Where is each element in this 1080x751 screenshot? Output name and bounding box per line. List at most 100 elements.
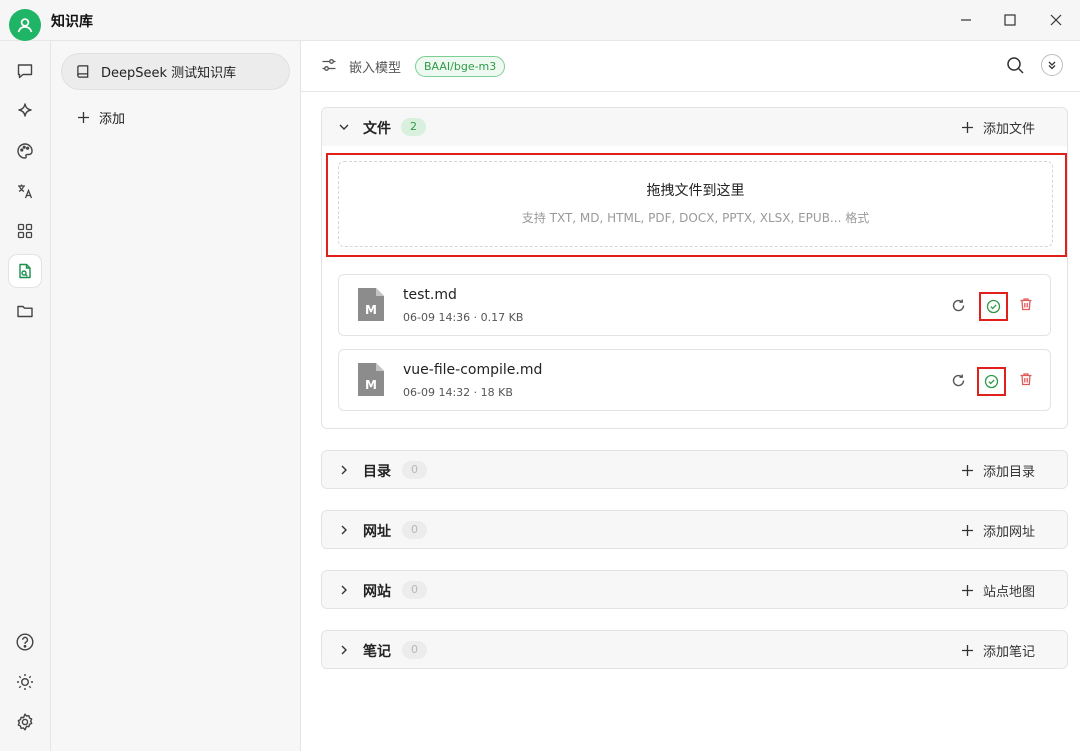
- rail-paint[interactable]: [9, 135, 41, 167]
- kb-item-label: DeepSeek 测试知识库: [101, 66, 237, 81]
- search-icon: [1007, 57, 1024, 74]
- kb-item-deepseek[interactable]: DeepSeek 测试知识库: [61, 53, 290, 90]
- chevrons-down-icon: [1048, 61, 1056, 70]
- chevron-right-icon: [341, 645, 347, 655]
- close-icon: [1050, 14, 1062, 26]
- websites-section-header[interactable]: 网站 0 站点地图: [322, 571, 1067, 608]
- count-badge: 2: [401, 118, 426, 136]
- rail-settings[interactable]: [9, 706, 41, 738]
- websites-section: 网站 0 站点地图: [321, 570, 1068, 609]
- add-file-label: 添加文件: [982, 121, 1035, 137]
- apps-icon: [17, 223, 33, 239]
- add-url-button[interactable]: 添加网址: [961, 521, 1035, 540]
- sitemap-button[interactable]: 站点地图: [961, 581, 1035, 600]
- delete-file-button[interactable]: [1014, 292, 1038, 316]
- urls-section: 网址 0 添加网址: [321, 510, 1068, 549]
- check-circle-icon: [986, 299, 1001, 314]
- folder-icon: [17, 305, 33, 318]
- file-item: M test.md 06-09 14:36 · 0.17 KB: [338, 274, 1051, 336]
- model-tag: BAAI/bge-m3: [415, 56, 506, 77]
- notes-section: 笔记 0 添加笔记: [321, 630, 1068, 669]
- add-directory-label: 添加目录: [982, 464, 1035, 480]
- file-dropzone[interactable]: 拖拽文件到这里 支持 TXT, MD, HTML, PDF, DOCX, PPT…: [338, 161, 1053, 247]
- file-name: vue-file-compile.md: [403, 362, 543, 378]
- chevron-right-icon: [341, 585, 347, 595]
- nav-rail: [0, 41, 51, 751]
- processed-status: [977, 367, 1006, 396]
- search-button[interactable]: [1006, 56, 1025, 75]
- title-bar: 知识库: [0, 0, 1080, 41]
- dropzone-title: 拖拽文件到这里: [646, 183, 745, 199]
- check-circle-icon: [984, 374, 999, 389]
- book-icon: [77, 65, 89, 78]
- sparkle-icon: [18, 103, 32, 117]
- processed-status: [979, 292, 1008, 321]
- section-title: 笔记: [363, 644, 391, 660]
- section-title: 网站: [363, 584, 391, 600]
- sliders-icon: [322, 59, 336, 71]
- reprocess-button[interactable]: [946, 368, 970, 392]
- trash-icon: [1020, 373, 1032, 386]
- file-item: M vue-file-compile.md 06-09 14:32 · 18 K…: [338, 349, 1051, 411]
- plus-icon: [961, 121, 973, 133]
- add-url-label: 添加网址: [982, 524, 1035, 540]
- close-button[interactable]: [1043, 8, 1069, 32]
- plus-icon: [961, 644, 973, 656]
- minimize-icon: [961, 19, 971, 21]
- translate-icon: [18, 184, 33, 199]
- rail-help[interactable]: [9, 626, 41, 658]
- count-badge: 0: [402, 461, 427, 479]
- rail-chat[interactable]: [9, 55, 41, 87]
- user-avatar[interactable]: [9, 9, 41, 41]
- delete-file-button[interactable]: [1014, 367, 1038, 391]
- add-file-button[interactable]: 添加文件: [961, 118, 1035, 137]
- rail-files[interactable]: [9, 295, 41, 327]
- chevron-right-icon: [341, 525, 347, 535]
- help-icon: [16, 633, 34, 651]
- expand-button[interactable]: [1041, 54, 1063, 76]
- add-note-button[interactable]: 添加笔记: [961, 641, 1035, 660]
- refresh-icon: [952, 374, 964, 386]
- notes-section-header[interactable]: 笔记 0 添加笔记: [322, 631, 1067, 668]
- knowledge-base-list: DeepSeek 测试知识库 添加: [51, 41, 301, 751]
- section-title: 网址: [363, 524, 391, 540]
- rail-knowledge[interactable]: [9, 255, 41, 287]
- chevron-down-icon: [339, 124, 349, 130]
- reprocess-button[interactable]: [946, 293, 970, 317]
- chat-icon: [17, 64, 33, 79]
- minimize-button[interactable]: [953, 8, 979, 32]
- rail-theme[interactable]: [9, 666, 41, 698]
- rail-apps[interactable]: [9, 215, 41, 247]
- chevron-right-icon: [341, 465, 347, 475]
- section-title: 文件: [363, 121, 391, 137]
- embed-model-label: 嵌入模型: [349, 61, 402, 76]
- add-directory-button[interactable]: 添加目录: [961, 461, 1035, 480]
- trash-icon: [1020, 298, 1032, 311]
- plus-icon: [961, 584, 973, 596]
- files-section: 文件 2 添加文件 拖拽文件到这里 支持 TXT, MD, HTML, PDF,…: [321, 107, 1068, 429]
- content-header: 嵌入模型 BAAI/bge-m3: [301, 41, 1080, 92]
- sitemap-label: 站点地图: [982, 584, 1035, 600]
- section-title: 目录: [363, 464, 391, 480]
- rail-assistant[interactable]: [9, 95, 41, 127]
- svg-text:M: M: [365, 378, 377, 392]
- markdown-file-icon: M: [358, 288, 384, 321]
- file-name: test.md: [403, 287, 457, 303]
- rail-translate[interactable]: [9, 175, 41, 207]
- add-note-label: 添加笔记: [982, 644, 1035, 660]
- file-meta: 06-09 14:36 · 0.17 KB: [403, 311, 524, 324]
- count-badge: 0: [402, 641, 427, 659]
- theme-icon: [17, 674, 33, 690]
- directories-section: 目录 0 添加目录: [321, 450, 1068, 489]
- plus-icon: [961, 524, 973, 536]
- add-knowledge-base-button[interactable]: 添加: [77, 107, 125, 127]
- count-badge: 0: [402, 581, 427, 599]
- directories-section-header[interactable]: 目录 0 添加目录: [322, 451, 1067, 488]
- files-section-header[interactable]: 文件 2 添加文件: [322, 108, 1067, 146]
- app-title: 知识库: [51, 14, 93, 30]
- plus-icon: [961, 464, 973, 476]
- palette-icon: [17, 143, 33, 159]
- maximize-button[interactable]: [997, 8, 1023, 32]
- urls-section-header[interactable]: 网址 0 添加网址: [322, 511, 1067, 548]
- user-icon: [17, 18, 33, 33]
